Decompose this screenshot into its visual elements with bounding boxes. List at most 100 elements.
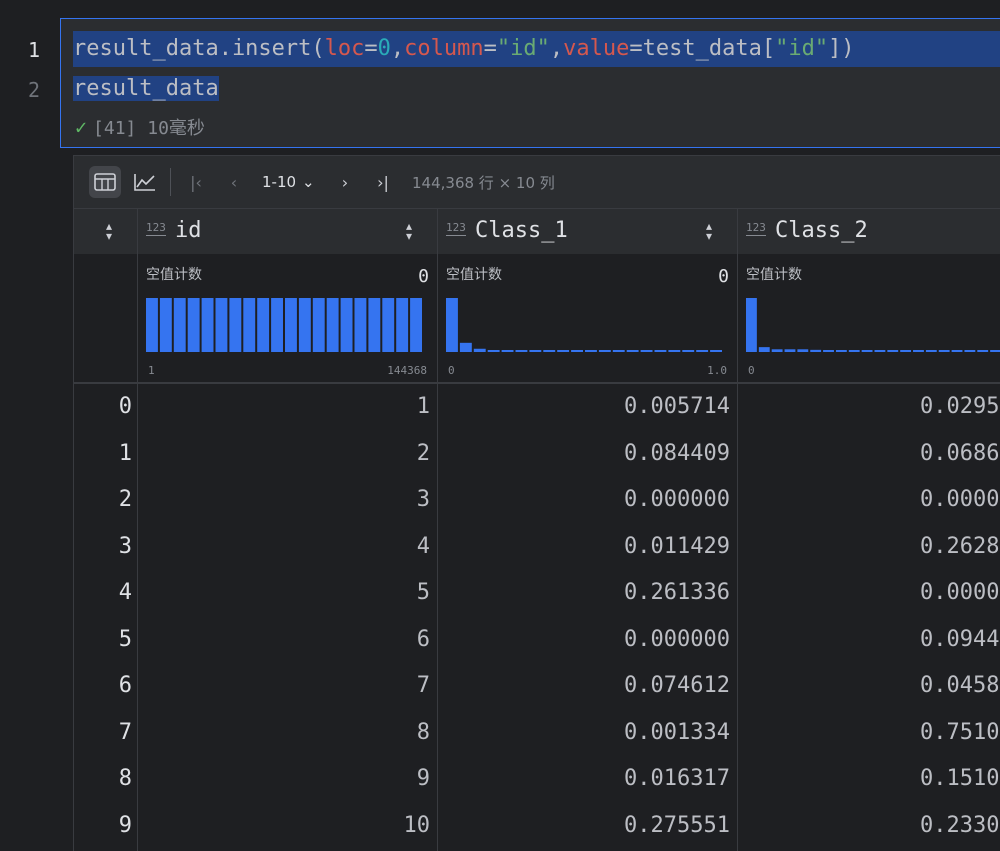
column-name: Class_1 bbox=[475, 218, 568, 243]
cell-class2: 0.2628 bbox=[920, 533, 1000, 559]
table-row[interactable]: 7 8 0.001334 0.7510 bbox=[74, 710, 1000, 756]
chart-view-button[interactable] bbox=[129, 166, 161, 198]
table-row[interactable]: 0 1 0.005714 0.0295 bbox=[74, 384, 1000, 430]
histogram-bar bbox=[229, 298, 242, 352]
histogram-bar bbox=[823, 350, 834, 352]
type-icon: 123 bbox=[446, 221, 466, 236]
cell-id: 5 bbox=[416, 580, 430, 605]
cell-class1: 0.011429 bbox=[624, 533, 730, 559]
histogram-bar bbox=[925, 350, 937, 352]
code-token: = bbox=[483, 36, 497, 61]
column-header-class2[interactable]: 123 Class_2 bbox=[738, 209, 1000, 255]
table-row[interactable]: 8 9 0.016317 0.1510 bbox=[74, 756, 1000, 802]
cell-class2: 0.0295 bbox=[920, 394, 1000, 419]
cell-class1: 0.016317 bbox=[624, 766, 730, 791]
histogram-bar bbox=[810, 349, 822, 352]
cell-class1: 0.261336 bbox=[624, 580, 730, 605]
hist-min: 0 bbox=[448, 364, 455, 377]
table-row[interactable]: 4 5 0.261336 0.0000 bbox=[74, 570, 1000, 616]
histogram-bar bbox=[215, 298, 228, 352]
next-page-button[interactable]: › bbox=[331, 166, 359, 198]
histogram-bar bbox=[243, 298, 256, 352]
table-row[interactable]: 6 7 0.074612 0.0458 bbox=[74, 663, 1000, 709]
chevron-left-icon: ‹ bbox=[230, 172, 238, 192]
cell-class1: 0.275551 bbox=[624, 812, 730, 838]
execution-status: ✓ [41] 10毫秒 bbox=[75, 114, 205, 140]
table-view-button[interactable] bbox=[89, 166, 121, 198]
histogram-bar bbox=[938, 350, 950, 352]
histogram-bar bbox=[977, 350, 989, 352]
editor-gutter: 1 2 bbox=[0, 18, 60, 850]
sort-icon: ▴ ▾ bbox=[106, 219, 113, 243]
cell-id: 10 bbox=[403, 812, 431, 838]
row-index: 6 bbox=[118, 673, 132, 698]
prev-page-button[interactable]: ‹ bbox=[220, 166, 248, 198]
cell-class1: 0.005714 bbox=[624, 394, 730, 419]
type-icon: 123 bbox=[146, 221, 166, 236]
table-row[interactable]: 1 2 0.084409 0.0686 bbox=[74, 431, 1000, 477]
row-index: 9 bbox=[118, 812, 132, 838]
code-token: loc bbox=[324, 36, 365, 61]
column-header-class1[interactable]: 123 Class_1 ▴ ▾ bbox=[438, 209, 737, 255]
cell-id: 3 bbox=[416, 487, 430, 512]
histogram-bar bbox=[951, 350, 963, 352]
cell-class2: 0.0686 bbox=[920, 440, 1000, 466]
stats-class2: 空值计数 0 bbox=[738, 254, 1000, 384]
code-token: 0 bbox=[377, 36, 391, 61]
null-count: 0 bbox=[418, 266, 429, 287]
histogram-bar bbox=[501, 350, 514, 352]
histogram-bar bbox=[612, 350, 625, 352]
histogram-bar bbox=[396, 298, 409, 352]
histogram-bar bbox=[312, 298, 325, 352]
histogram-bar bbox=[354, 298, 367, 352]
type-icon: 123 bbox=[746, 221, 766, 236]
code-cell[interactable]: result_data.insert(loc=0,column="id",val… bbox=[60, 18, 1000, 148]
execution-info: [41] 10毫秒 bbox=[93, 118, 205, 139]
histogram-bar bbox=[446, 298, 458, 352]
row-index: 0 bbox=[118, 394, 132, 419]
hist-max: 144368 bbox=[387, 364, 427, 377]
cell-class1: 0.000000 bbox=[624, 487, 730, 512]
table-row[interactable]: 9 10 0.275551 0.2330 bbox=[74, 803, 1000, 849]
page-range: 1-10 bbox=[262, 173, 297, 191]
cell-id: 7 bbox=[416, 673, 430, 698]
row-index: 2 bbox=[118, 487, 132, 512]
page-range-dropdown[interactable]: 1-10 ⌄ bbox=[262, 166, 315, 198]
code-line-1[interactable]: result_data.insert(loc=0,column="id",val… bbox=[73, 31, 1000, 67]
cell-class2: 0.0000 bbox=[920, 580, 1000, 605]
cell-id: 4 bbox=[416, 533, 430, 559]
histogram-bar bbox=[340, 298, 353, 352]
hist-min: 1 bbox=[148, 364, 155, 377]
code-token: , bbox=[390, 36, 405, 61]
row-index: 1 bbox=[118, 440, 132, 466]
table-row[interactable]: 5 6 0.000000 0.0944 bbox=[74, 617, 1000, 663]
line-number: 2 bbox=[27, 78, 40, 102]
code-token: "id" bbox=[496, 36, 550, 61]
histogram-class1 bbox=[446, 298, 722, 352]
histogram-bar bbox=[848, 350, 860, 352]
code-line-2[interactable]: result_data bbox=[73, 71, 219, 107]
histogram-bar bbox=[682, 350, 695, 352]
histogram-bar bbox=[557, 350, 570, 352]
cell-class1: 0.001334 bbox=[624, 719, 730, 745]
index-header[interactable]: ▴ ▾ bbox=[74, 209, 137, 255]
histogram-bar bbox=[913, 350, 924, 352]
column-header-id[interactable]: 123 id ▴ ▾ bbox=[138, 209, 437, 255]
histogram-bar bbox=[990, 350, 1000, 352]
table-row[interactable]: 2 3 0.000000 0.0000 bbox=[74, 477, 1000, 523]
row-index: 5 bbox=[118, 626, 132, 652]
histogram-bar bbox=[187, 298, 200, 352]
first-page-button[interactable]: |‹ bbox=[182, 166, 210, 198]
histogram-bar bbox=[459, 342, 472, 352]
table-row[interactable]: 3 4 0.011429 0.2628 bbox=[74, 524, 1000, 570]
histogram-bar bbox=[668, 350, 681, 352]
last-page-button[interactable]: ›| bbox=[369, 166, 397, 198]
cell-class1: 0.084409 bbox=[624, 440, 730, 466]
stats-id: 空值计数 0 1 144368 bbox=[138, 254, 437, 384]
stats-class1: 空值计数 0 0 1.0 bbox=[438, 254, 737, 384]
cell-class2: 0.0944 bbox=[920, 626, 1000, 652]
cell-class2: 0.2330 bbox=[920, 812, 1000, 838]
histogram-bar bbox=[797, 349, 809, 352]
histogram-bar bbox=[887, 350, 899, 352]
viewer-toolbar: |‹ ‹ 1-10 ⌄ › ›| 144,368 行 × 10 列 bbox=[74, 156, 1000, 209]
